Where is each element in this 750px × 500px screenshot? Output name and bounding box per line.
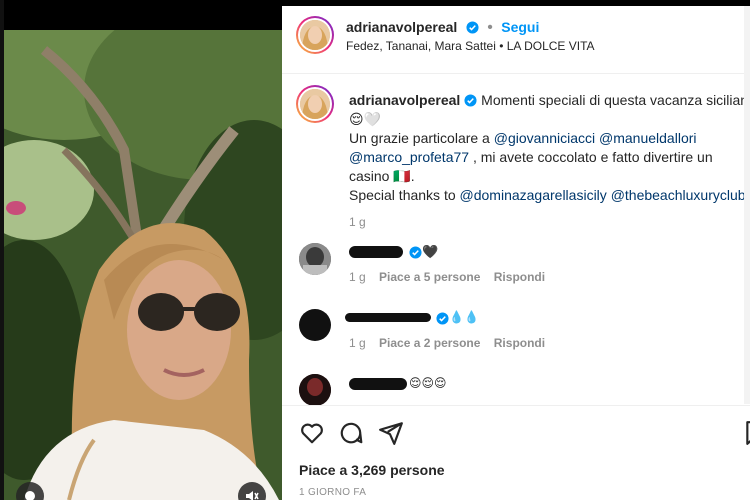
mention-link[interactable]: @dominazagarellasicily — [460, 187, 607, 203]
reply-button[interactable]: Rispondi — [494, 270, 545, 284]
comment-meta: 1 g Piace a 2 persone Rispondi — [349, 336, 545, 350]
media-top-bar — [4, 0, 282, 30]
mention-link[interactable]: @giovanniciacci — [494, 130, 595, 146]
comment-meta: 1 g Piace a 5 persone Rispondi — [349, 270, 545, 284]
caption-emojis: 😌🤍 — [349, 111, 382, 127]
bookmark-icon[interactable] — [743, 420, 750, 446]
reply-button[interactable]: Rispondi — [494, 336, 545, 350]
post-media[interactable] — [4, 0, 282, 500]
comment-time[interactable]: 1 g — [349, 336, 366, 350]
commenter-avatar[interactable] — [299, 243, 331, 275]
caption-flag: 🇮🇹. — [393, 168, 415, 184]
caption-line2: Un grazie particolare a — [349, 130, 494, 146]
comment-icon[interactable] — [338, 420, 364, 446]
redacted-username — [349, 246, 403, 258]
caption-line1: Momenti speciali di questa vacanza sicil… — [481, 92, 750, 108]
person-icon — [25, 491, 35, 500]
redacted-username — [345, 313, 431, 322]
comment-text: 🖤 — [422, 244, 439, 259]
redacted-username — [349, 378, 407, 390]
caption-username[interactable]: adrianavolpereal — [349, 92, 460, 108]
verified-badge-icon — [464, 94, 477, 107]
mention-link[interactable]: @thebeachluxuryclub — [611, 187, 746, 203]
share-icon[interactable] — [378, 420, 404, 446]
likes-count[interactable]: Piace a 3,269 persone — [299, 462, 445, 478]
separator-dot: • — [487, 19, 493, 36]
comment-text: 😌😌😌 — [409, 376, 447, 390]
actions-divider — [282, 405, 750, 406]
top-edge — [282, 0, 750, 6]
caption-line4: Special thanks to — [349, 187, 460, 203]
verified-badge-icon — [436, 312, 449, 325]
author-username[interactable]: adrianavolpereal — [346, 19, 457, 35]
post-video-frame — [4, 30, 282, 500]
verified-badge-icon — [466, 21, 479, 34]
comment-likes[interactable]: Piace a 2 persone — [379, 336, 480, 350]
commenter-avatar[interactable] — [299, 309, 331, 341]
header-divider — [282, 73, 750, 74]
author-avatar[interactable] — [296, 16, 334, 54]
caption-time[interactable]: 1 g — [349, 213, 749, 232]
follow-button[interactable]: Segui — [501, 19, 539, 35]
caption-avatar[interactable] — [296, 85, 334, 123]
comment-text: 💧💧 — [449, 310, 479, 324]
post-details-panel: adrianavolpereal • Segui Fedez, Tananai,… — [282, 0, 750, 500]
audio-label[interactable]: Fedez, Tananai, Mara Sattei • LA DOLCE V… — [346, 39, 595, 53]
commenter-avatar[interactable] — [299, 374, 331, 406]
post-timestamp[interactable]: 1 GIORNO FA — [299, 487, 366, 498]
comment-time[interactable]: 1 g — [349, 270, 366, 284]
speaker-muted-icon — [246, 491, 259, 500]
heart-icon[interactable] — [299, 420, 325, 446]
post-caption: adrianavolpereal Momenti speciali di que… — [349, 91, 750, 232]
verified-badge-icon — [409, 246, 422, 259]
mention-link[interactable]: @manueldallori — [599, 130, 696, 146]
comment-likes[interactable]: Piace a 5 persone — [379, 270, 480, 284]
mention-link[interactable]: @marco_profeta77 — [349, 149, 469, 165]
comments-scrollbar[interactable] — [744, 6, 750, 404]
